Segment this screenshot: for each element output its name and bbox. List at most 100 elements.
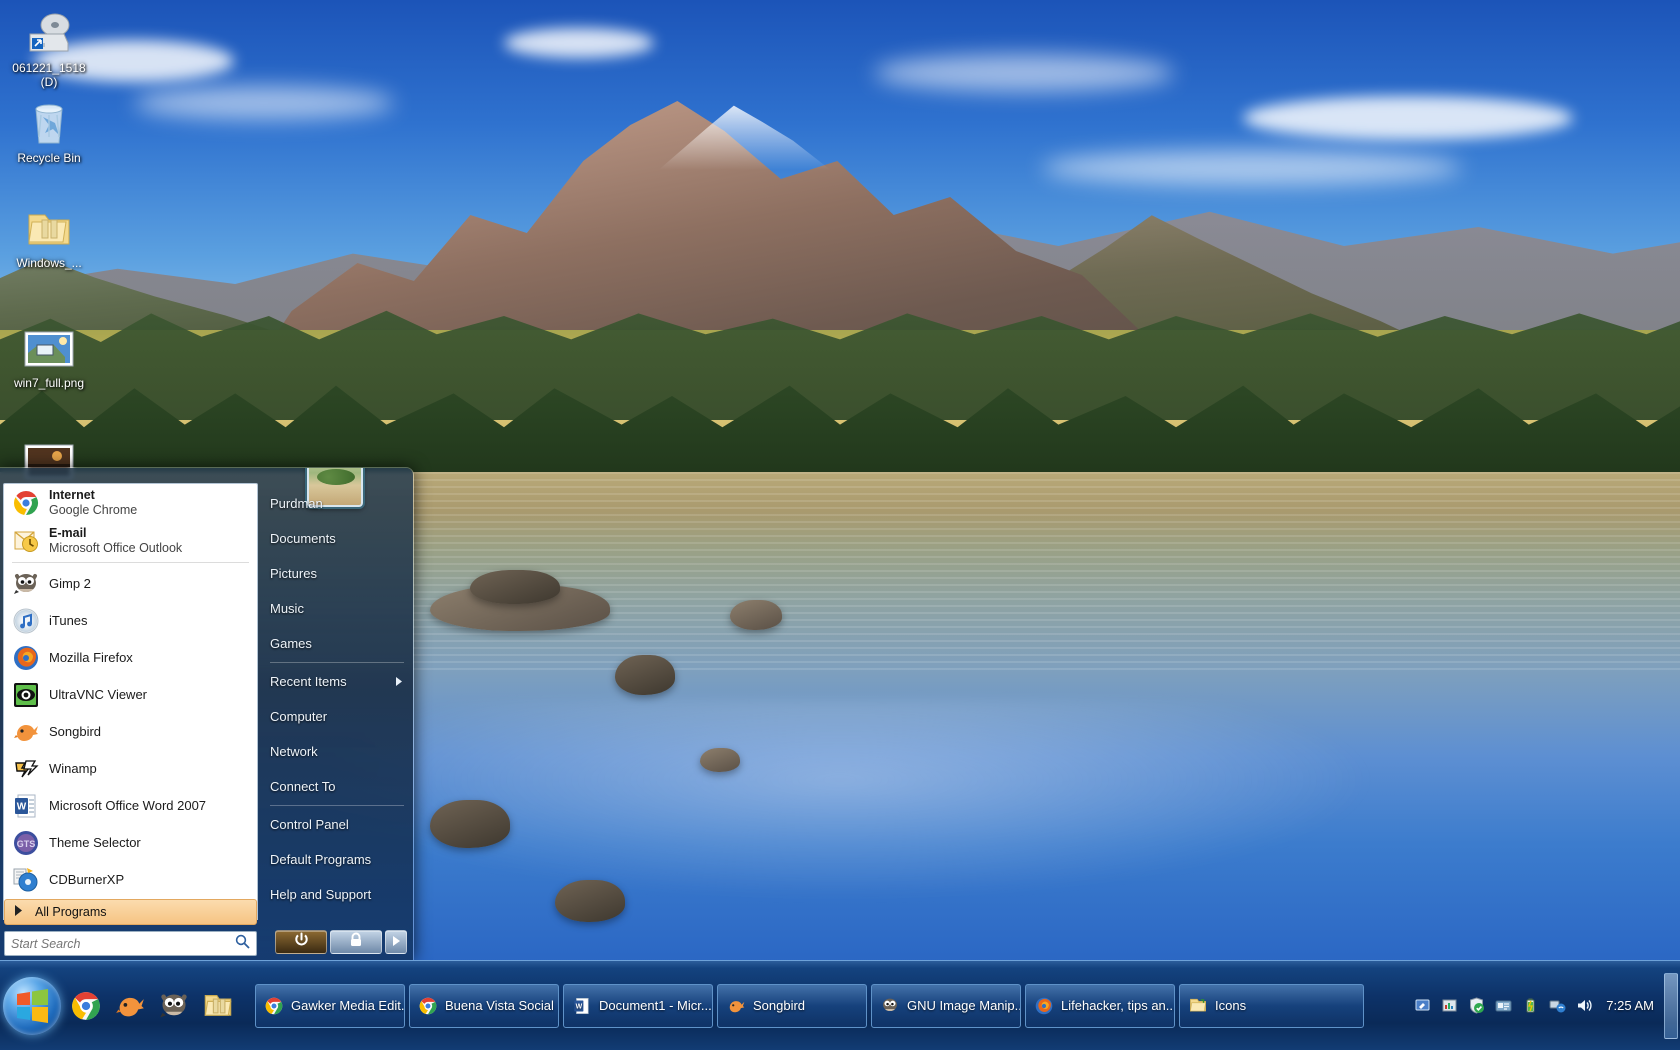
task-button[interactable]: Gawker Media Edit...: [255, 983, 405, 1028]
task-label: Gawker Media Edit...: [291, 998, 405, 1013]
start-menu-place-recent-items[interactable]: Recent Items: [262, 664, 412, 699]
cdburnerxp-icon: [12, 866, 40, 894]
explorer-folder-icon: [1188, 996, 1208, 1016]
start-menu-item-gimp[interactable]: Gimp 2: [4, 565, 257, 602]
task-label: Document1 - Micr...: [599, 998, 712, 1013]
task-label: Songbird: [753, 998, 806, 1013]
place-label: Documents: [270, 531, 336, 546]
chevron-right-icon: [392, 933, 400, 951]
gimp-icon: [880, 996, 900, 1016]
submenu-arrow-icon: [396, 674, 402, 689]
email-title: E-mail: [49, 526, 87, 541]
start-menu-place-purdman[interactable]: Purdman: [262, 486, 412, 521]
word-icon: W: [12, 792, 40, 820]
start-menu-separator: [12, 562, 249, 563]
place-label: Computer: [270, 709, 328, 724]
task-button[interactable]: Icons: [1179, 983, 1364, 1028]
start-menu-place-network[interactable]: Network: [262, 734, 412, 769]
desktop-icon-label: win7_full.png: [13, 376, 85, 390]
start-menu-place-help-and-support[interactable]: Help and Support: [262, 877, 412, 912]
theme-selector-icon: GTS: [12, 829, 40, 857]
taskbar-clock[interactable]: 7:25 AM: [1606, 998, 1654, 1013]
start-menu-place-connect-to[interactable]: Connect To: [262, 769, 412, 804]
task-button[interactable]: W Document1 - Micr...: [563, 983, 713, 1028]
start-menu-item-word[interactable]: W Microsoft Office Word 2007: [4, 787, 257, 824]
all-programs-button[interactable]: All Programs: [4, 899, 257, 925]
start-menu-place-control-panel[interactable]: Control Panel: [262, 807, 412, 842]
avatar-image: [317, 469, 355, 485]
songbird-icon: [12, 718, 40, 746]
task-button[interactable]: Songbird: [717, 983, 867, 1028]
start-menu-internet-item[interactable]: Internet Google Chrome: [4, 484, 257, 522]
place-label: Help and Support: [270, 887, 372, 902]
quicklaunch-explorer[interactable]: [199, 987, 237, 1025]
place-label: Network: [270, 744, 318, 759]
chrome-icon: [418, 996, 438, 1016]
itunes-icon: [12, 607, 40, 635]
ultravnc-icon: [12, 681, 40, 709]
power-button-group: [275, 930, 407, 954]
start-button[interactable]: [3, 976, 61, 1035]
quicklaunch-chrome[interactable]: [67, 987, 105, 1025]
shut-down-button[interactable]: [275, 930, 327, 954]
start-menu-email-item[interactable]: E-mail Microsoft Office Outlook: [4, 522, 257, 560]
task-button[interactable]: GNU Image Manip...: [871, 983, 1021, 1028]
desktop-icon-recycle-bin[interactable]: Recycle Bin: [6, 100, 92, 165]
rock: [615, 655, 675, 695]
start-search-box[interactable]: [4, 931, 257, 956]
start-menu-place-documents[interactable]: Documents: [262, 521, 412, 556]
task-button[interactable]: Buena Vista Social ...: [409, 983, 559, 1028]
network-icon[interactable]: [1547, 996, 1567, 1016]
equalizer-icon[interactable]: [1439, 996, 1459, 1016]
power-options-button[interactable]: [385, 930, 407, 954]
start-menu-item-theme-selector[interactable]: GTS Theme Selector: [4, 824, 257, 861]
desktop-icon-label: 061221_1518 (D): [12, 61, 86, 89]
svg-text:W: W: [576, 1003, 583, 1010]
start-menu-item-winamp[interactable]: Winamp: [4, 750, 257, 787]
recycle-bin-icon: [6, 100, 92, 148]
folder-icon: [6, 205, 92, 253]
start-menu-place-music[interactable]: Music: [262, 591, 412, 626]
start-menu-item-songbird[interactable]: Songbird: [4, 713, 257, 750]
quicklaunch-gimp[interactable]: [155, 987, 193, 1025]
show-desktop-button[interactable]: [1664, 972, 1678, 1039]
rock: [730, 600, 782, 630]
start-menu-item-label: Microsoft Office Word 2007: [49, 798, 207, 813]
desktop-icon-cd-drive[interactable]: 061221_1518 (D): [6, 10, 92, 89]
start-menu-item-label: CDBurnerXP: [49, 872, 125, 887]
start-menu-place-pictures[interactable]: Pictures: [262, 556, 412, 591]
start-menu-place-default-programs[interactable]: Default Programs: [262, 842, 412, 877]
quicklaunch-songbird[interactable]: [111, 987, 149, 1025]
messenger-icon[interactable]: [1493, 996, 1513, 1016]
tablet-input-icon[interactable]: [1412, 996, 1432, 1016]
volume-icon[interactable]: [1574, 996, 1594, 1016]
rock: [700, 748, 740, 772]
taskbar: Gawker Media Edit... Buena Vista Social …: [0, 960, 1680, 1050]
lock-button[interactable]: [330, 930, 382, 954]
desktop-icon-windows-folder[interactable]: Windows_...: [6, 205, 92, 270]
start-menu-place-computer[interactable]: Computer: [262, 699, 412, 734]
start-menu-item-label: iTunes: [49, 613, 88, 628]
chrome-icon: [12, 489, 40, 517]
search-input[interactable]: [11, 936, 235, 951]
start-menu-item-cdburnerxp[interactable]: CDBurnerXP: [4, 861, 257, 898]
start-menu-place-games[interactable]: Games: [262, 626, 412, 661]
lock-icon: [349, 932, 363, 952]
start-menu-item-firefox[interactable]: Mozilla Firefox: [4, 639, 257, 676]
search-icon[interactable]: [235, 934, 250, 954]
system-tray: [1412, 996, 1594, 1016]
desktop-icon-win7-png[interactable]: win7_full.png: [6, 325, 92, 390]
places-separator: [270, 805, 404, 806]
battery-icon[interactable]: [1520, 996, 1540, 1016]
task-button[interactable]: Lifehacker, tips an...: [1025, 983, 1175, 1028]
places-separator: [270, 662, 404, 663]
start-menu-item-label: UltraVNC Viewer: [49, 687, 148, 702]
start-menu-item-ultravnc[interactable]: UltraVNC Viewer: [4, 676, 257, 713]
cd-drive-icon: [6, 10, 92, 58]
start-menu-item-itunes[interactable]: iTunes: [4, 602, 257, 639]
start-menu[interactable]: Internet Google Chrome E-mail Microsoft …: [0, 467, 414, 960]
desktop-icon-label: Recycle Bin: [17, 151, 81, 165]
security-shield-icon[interactable]: [1466, 996, 1486, 1016]
songbird-icon: [726, 996, 746, 1016]
winamp-icon: [12, 755, 40, 783]
